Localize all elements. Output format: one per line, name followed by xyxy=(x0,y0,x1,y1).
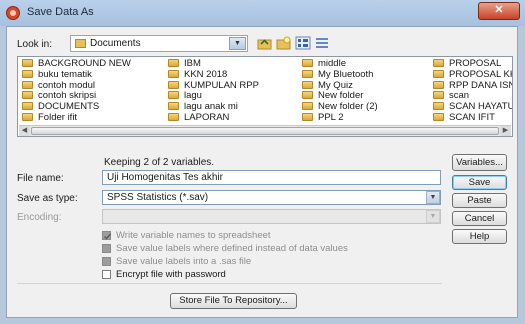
window-title: Save Data As xyxy=(27,6,94,18)
folder-icon xyxy=(22,69,33,78)
encrypt-file-label: Encrypt file with password xyxy=(116,269,226,280)
file-column-1: BACKGROUND NEW buku tematik contoh modul… xyxy=(22,58,131,124)
variables-button[interactable]: Variables... xyxy=(452,154,507,171)
cancel-button[interactable]: Cancel xyxy=(452,211,507,226)
up-folder-icon[interactable] xyxy=(257,36,273,50)
spss-app-icon xyxy=(6,6,20,20)
save-value-labels-label: Save value labels where defined instead … xyxy=(116,243,348,254)
folder-icon xyxy=(168,69,179,78)
write-variable-names-checkbox[interactable] xyxy=(102,231,112,240)
store-file-to-repository-button[interactable]: Store File To Repository... xyxy=(170,293,297,309)
folder-icon xyxy=(302,91,313,100)
look-in-label: Look in: xyxy=(17,39,53,50)
details-view-icon[interactable] xyxy=(314,36,330,50)
file-column-4: PROPOSAL PROPOSAL KK RPP DANA ISN scan S… xyxy=(433,58,512,124)
save-as-type-value: SPSS Statistics (*.sav) xyxy=(107,192,209,203)
folder-icon xyxy=(302,80,313,89)
look-in-value: Documents xyxy=(90,38,141,49)
save-button[interactable]: Save xyxy=(452,175,507,190)
scroll-left-icon[interactable]: ◀ xyxy=(19,126,30,136)
list-item[interactable]: PPL 2 xyxy=(302,112,378,124)
folder-icon xyxy=(75,39,86,48)
help-button[interactable]: Help xyxy=(452,229,507,244)
file-list[interactable]: BACKGROUND NEW buku tematik contoh modul… xyxy=(17,56,513,137)
folder-icon xyxy=(22,80,33,89)
variables-kept-status: Keeping 2 of 2 variables. xyxy=(104,157,215,168)
encrypt-file-checkbox[interactable] xyxy=(102,270,111,279)
list-item[interactable]: SCAN IFIT xyxy=(433,112,512,124)
folder-icon xyxy=(168,112,179,121)
file-column-3: middle My Bluetooth My Quiz New folder N… xyxy=(302,58,378,124)
list-item[interactable]: Folder ifit xyxy=(22,112,131,124)
scroll-right-icon[interactable]: ▶ xyxy=(500,126,511,136)
encoding-select[interactable]: ▼ xyxy=(102,209,441,224)
folder-icon xyxy=(302,59,313,67)
folder-icon xyxy=(433,112,444,121)
folder-icon xyxy=(22,112,33,121)
file-name-label: File name: xyxy=(17,173,64,184)
folder-icon xyxy=(168,59,179,67)
write-variable-names-label: Write variable names to spreadsheet xyxy=(116,230,271,241)
look-in-combo[interactable]: Documents ▼ xyxy=(70,35,248,52)
scrollbar-thumb[interactable] xyxy=(31,127,499,135)
close-button[interactable]: ✕ xyxy=(478,2,520,20)
file-name-field[interactable]: Uji Homogenitas Tes akhir xyxy=(102,170,441,185)
horizontal-scrollbar[interactable]: ◀ ▶ xyxy=(19,125,511,136)
save-as-type-label: Save as type: xyxy=(17,193,78,204)
folder-icon xyxy=(168,80,179,89)
chevron-down-icon[interactable]: ▼ xyxy=(426,191,440,204)
folder-icon xyxy=(433,69,444,78)
chevron-down-icon[interactable]: ▼ xyxy=(229,37,246,50)
new-folder-icon[interactable] xyxy=(276,36,292,50)
save-sas-labels-label: Save value labels into a .sas file xyxy=(116,256,252,267)
save-as-type-select[interactable]: SPSS Statistics (*.sav) ▼ xyxy=(102,190,441,205)
folder-icon xyxy=(168,91,179,100)
folder-icon xyxy=(22,59,33,67)
folder-icon xyxy=(433,102,444,111)
folder-icon xyxy=(22,91,33,100)
folder-icon xyxy=(302,69,313,78)
save-value-labels-checkbox[interactable] xyxy=(102,244,111,253)
list-item[interactable]: RPP DANA ISN xyxy=(433,80,512,92)
file-column-2: IBM KKN 2018 KUMPULAN RPP lagu lagu anak… xyxy=(168,58,259,124)
folder-icon xyxy=(433,59,444,67)
folder-icon xyxy=(433,80,444,89)
title-bar[interactable]: Save Data As ✕ xyxy=(0,0,525,26)
encoding-label: Encoding: xyxy=(17,212,62,223)
folder-icon xyxy=(22,102,33,111)
chevron-down-icon: ▼ xyxy=(426,210,440,223)
folder-icon xyxy=(302,102,313,111)
list-item[interactable]: LAPORAN xyxy=(168,112,259,124)
file-name-value: Uji Homogenitas Tes akhir xyxy=(107,172,223,183)
folder-icon xyxy=(168,102,179,111)
save-sas-labels-checkbox[interactable] xyxy=(102,257,111,266)
divider xyxy=(17,283,442,284)
folder-icon xyxy=(302,112,313,121)
list-item[interactable]: KUMPULAN RPP xyxy=(168,80,259,92)
folder-icon xyxy=(433,91,444,100)
paste-button[interactable]: Paste xyxy=(452,193,507,208)
list-view-icon[interactable] xyxy=(295,36,311,50)
